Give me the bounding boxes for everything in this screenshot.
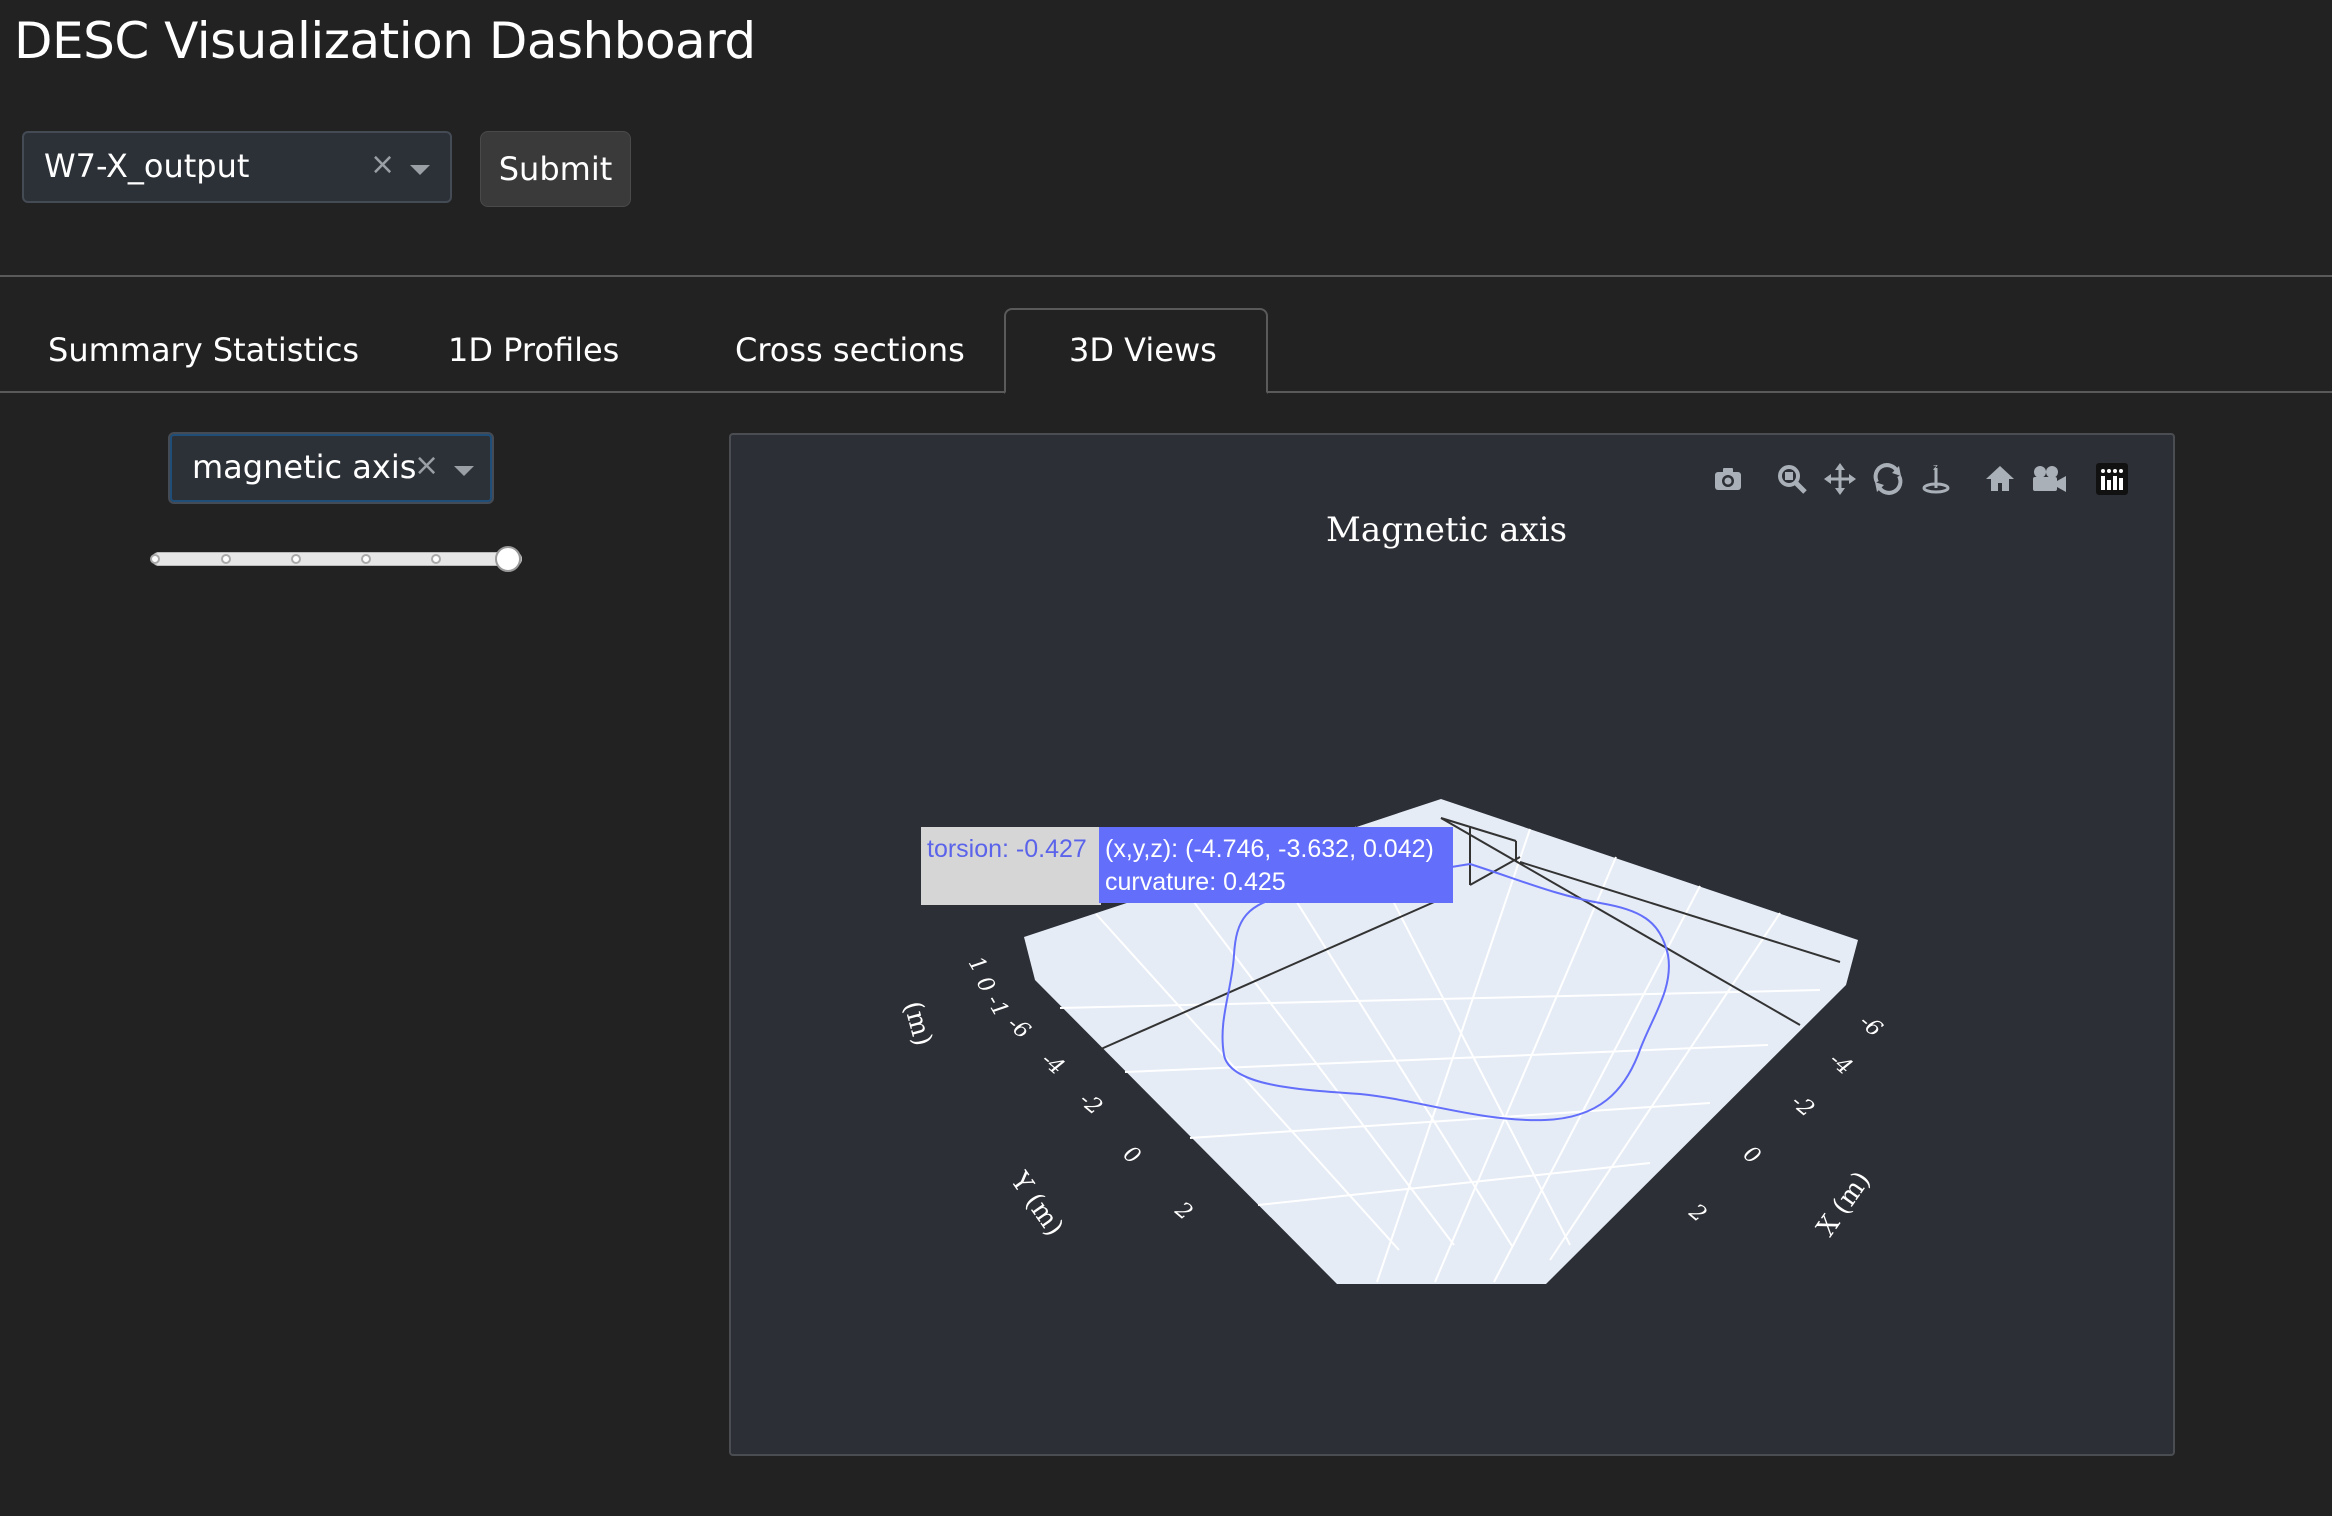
camera-icon[interactable] <box>1710 462 1746 498</box>
slider-mark[interactable] <box>150 554 160 564</box>
y-axis-title: Y (m) <box>1004 1166 1070 1242</box>
z-axis-title: (m) <box>897 998 938 1049</box>
clear-icon[interactable]: × <box>370 147 395 182</box>
submit-button[interactable]: Submit <box>480 131 631 207</box>
y-tick: 0 <box>1118 1141 1145 1169</box>
x-tick: 0 <box>1738 1141 1765 1169</box>
y-tick: -4 <box>1036 1047 1068 1080</box>
hover-label-torsion: torsion: -0.427 <box>921 827 1101 905</box>
chevron-down-icon[interactable] <box>454 466 474 476</box>
tab-1d-profiles[interactable]: 1D Profiles <box>448 331 619 369</box>
x-tick: 2 <box>1683 1199 1711 1228</box>
home-icon[interactable] <box>1982 462 2018 498</box>
slider-mark[interactable] <box>221 554 231 564</box>
slider-mark[interactable] <box>291 554 301 564</box>
y-tick: -6 <box>1002 1011 1034 1044</box>
svg-text:z: z <box>1933 463 1938 473</box>
hover-label-point: (x,y,z): (-4.746, -3.632, 0.042) curvatu… <box>1099 827 1453 903</box>
divider <box>0 275 2332 277</box>
view-dropdown[interactable]: magnetic axis × <box>168 432 494 504</box>
y-tick: 2 <box>1169 1197 1197 1226</box>
hover-curvature: curvature: 0.425 <box>1105 868 1286 896</box>
x-axis-title: X (m) <box>1811 1166 1877 1242</box>
page-title: DESC Visualization Dashboard <box>14 12 756 70</box>
slider-handle[interactable] <box>495 546 521 572</box>
zoom-icon[interactable] <box>1774 462 1810 498</box>
chevron-down-icon[interactable] <box>410 165 430 175</box>
z-tick: 1 <box>963 953 992 978</box>
tab-summary-statistics[interactable]: Summary Statistics <box>48 331 359 369</box>
3d-scene[interactable]: 1 0 -1 -6 -4 -2 0 2 -6 -4 -2 0 2 Y (m) X… <box>731 560 2031 1300</box>
z-tick: -1 <box>981 991 1013 1022</box>
x-tick: -6 <box>1854 1009 1886 1042</box>
tab-3d-views[interactable]: 3D Views <box>1069 331 1217 369</box>
slider-track[interactable] <box>152 552 522 566</box>
x-tick: -2 <box>1786 1089 1818 1122</box>
turntable-rotation-icon[interactable]: z <box>1918 462 1954 498</box>
tabs-baseline-left <box>0 391 1004 393</box>
x-tick: -4 <box>1824 1047 1856 1080</box>
plotly-logo-icon[interactable] <box>2094 462 2130 498</box>
file-dropdown-value: W7-X_output <box>44 147 250 185</box>
pan-icon[interactable] <box>1822 462 1858 498</box>
slider-mark[interactable] <box>361 554 371 564</box>
hover-xyz: (x,y,z): (-4.746, -3.632, 0.042) <box>1105 835 1434 863</box>
clear-icon[interactable]: × <box>414 448 439 483</box>
y-tick: -2 <box>1074 1087 1106 1120</box>
camera-view-icon[interactable] <box>2030 462 2066 498</box>
slider-mark[interactable] <box>431 554 441 564</box>
z-tick: 0 <box>971 973 1000 998</box>
view-dropdown-value: magnetic axis <box>192 448 417 486</box>
tabs-baseline-right <box>1268 391 2332 393</box>
file-dropdown[interactable]: W7-X_output × <box>22 131 452 203</box>
tab-cross-sections[interactable]: Cross sections <box>735 331 965 369</box>
orbit-rotation-icon[interactable] <box>1870 462 1906 498</box>
plot-title: Magnetic axis <box>1326 510 1568 550</box>
